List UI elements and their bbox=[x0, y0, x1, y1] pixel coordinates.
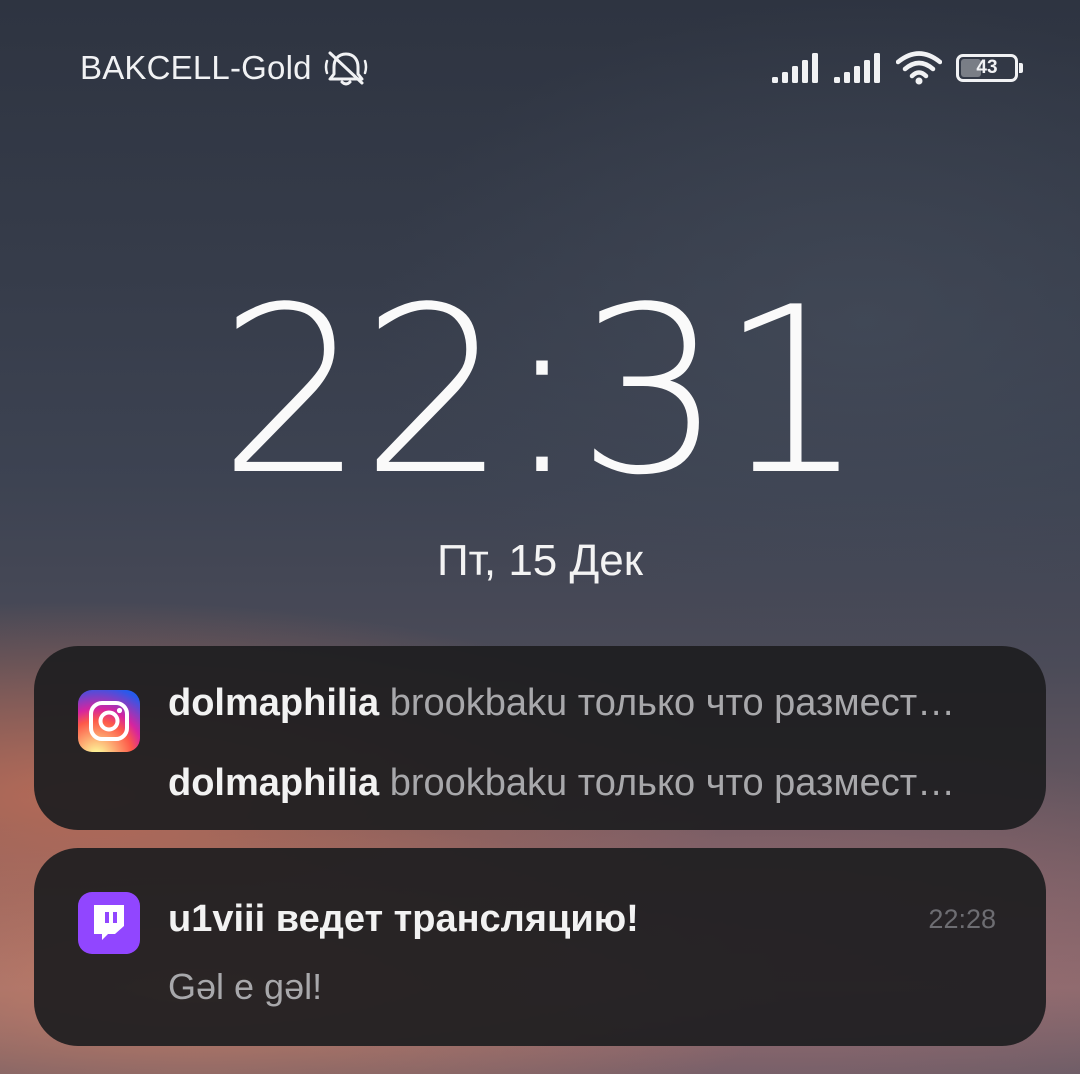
lockscreen-date: Пт, 15 Дек bbox=[436, 536, 644, 585]
signal-icon bbox=[772, 53, 820, 83]
notification-sender: dolmaphilia bbox=[168, 682, 380, 724]
mute-bell-icon bbox=[324, 49, 368, 87]
notification-message: brookbaku только что размест… bbox=[389, 762, 956, 804]
notification-line: dolmaphilia brookbaku только что размест… bbox=[168, 762, 1002, 805]
notification-twitch[interactable]: u1viii ведет трансляцию! 22:28 Gəl e gəl… bbox=[34, 848, 1046, 1046]
notification-body: Gəl e gəl! bbox=[168, 966, 323, 1007]
wifi-icon bbox=[896, 51, 942, 85]
notification-instagram[interactable]: dolmaphilia brookbaku только что размест… bbox=[34, 646, 1046, 830]
twitch-icon bbox=[78, 892, 140, 954]
notification-title: u1viii ведет трансляцию! bbox=[168, 898, 639, 940]
status-left: BAKCELL-Gold bbox=[80, 49, 368, 87]
notification-time: 22:28 bbox=[928, 904, 996, 934]
status-right: 43 bbox=[772, 51, 1023, 85]
lockscreen-clock: 22:31 bbox=[218, 259, 866, 526]
instagram-icon bbox=[78, 690, 140, 752]
signal-icon bbox=[834, 53, 882, 83]
notification-message: brookbaku только что размест… bbox=[389, 682, 956, 724]
battery-level: 43 bbox=[976, 57, 998, 78]
carrier-name: BAKCELL-Gold bbox=[80, 49, 312, 86]
status-bar: BAKCELL-Gold 43 bbox=[80, 44, 1023, 92]
notification-sender: dolmaphilia bbox=[168, 762, 380, 804]
battery-icon: 43 bbox=[956, 54, 1023, 82]
notification-line: dolmaphilia brookbaku только что размест… bbox=[168, 682, 1002, 725]
